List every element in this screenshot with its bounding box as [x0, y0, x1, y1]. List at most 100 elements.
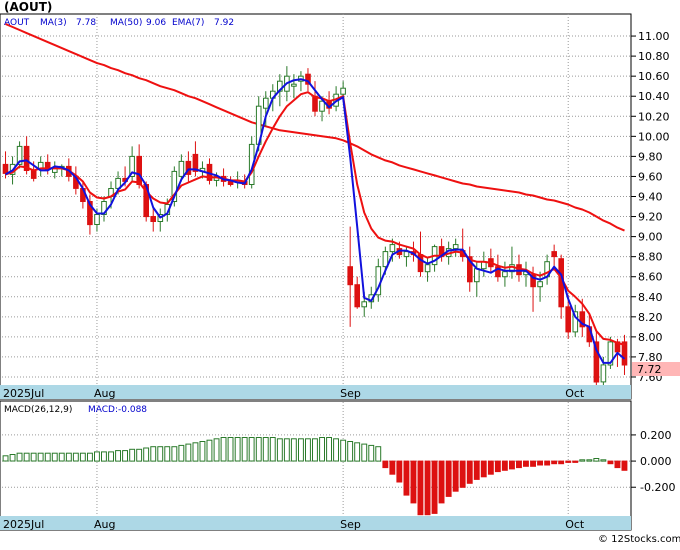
macd-bar [340, 439, 347, 462]
macd-bar [607, 460, 614, 465]
macd-bar [319, 437, 326, 462]
candle-body [347, 266, 353, 286]
macd-bar [312, 438, 318, 462]
candle-body [94, 214, 100, 225]
candle-body [551, 251, 558, 258]
macd-bar [558, 460, 565, 465]
candle-body [600, 364, 607, 383]
macd-bar [227, 437, 234, 462]
macd-bar [129, 448, 136, 462]
macd-bar [459, 460, 466, 488]
macd-y-axis: 0.200 0.000 -0.200 [631, 429, 675, 494]
price-x-tick-label: Oct [565, 387, 585, 400]
candle-body [424, 264, 431, 273]
legend-ma3-value: 7.78 [76, 18, 96, 28]
candle-body [136, 155, 142, 185]
price-y-tick-label: 9.00 [638, 231, 663, 244]
price-y-tick-label: 9.80 [638, 150, 663, 163]
macd-bar [178, 444, 185, 462]
candle-body [452, 244, 459, 250]
macd-bar [537, 460, 543, 466]
candle-body [30, 169, 37, 179]
price-y-tick-label: 9.40 [638, 190, 663, 203]
macd-bar [305, 438, 311, 462]
price-panel [0, 13, 632, 400]
price-y-tick-label: 10.80 [638, 50, 670, 63]
macd-legend-value: MACD:-0.088 [88, 405, 147, 415]
macd-y-tick-label: 0.000 [640, 455, 672, 468]
macd-bar [593, 458, 600, 462]
price-y-tick-label: 11.00 [638, 30, 670, 43]
watermark: © 12Stocks.com [598, 534, 680, 545]
macd-bar [16, 452, 23, 462]
chart-title: (AOUT) [4, 0, 53, 14]
macd-bar [44, 452, 51, 462]
candle-body [537, 281, 543, 288]
macd-bar [424, 460, 431, 516]
macd-bar [94, 451, 100, 462]
price-y-tick-label: 8.80 [638, 251, 663, 264]
macd-bar [410, 460, 417, 504]
macd-bar [206, 439, 213, 462]
macd-bar [101, 451, 107, 462]
macd-bar [241, 437, 248, 462]
macd-bar [361, 443, 368, 462]
candle-body [474, 268, 480, 283]
macd-bar [501, 460, 508, 471]
macd-bar [480, 460, 487, 478]
legend-ma50-value: 9.06 [146, 18, 166, 28]
macd-bar [438, 460, 445, 504]
macd-bar [51, 452, 58, 462]
macd-bar [255, 437, 262, 462]
macd-bar [445, 460, 452, 497]
macd-bar [108, 451, 114, 462]
macd-bar [72, 452, 79, 462]
macd-bar [262, 437, 269, 462]
macd-bar [487, 460, 494, 475]
macd-bar [565, 460, 572, 463]
price-y-tick-label: 8.40 [638, 291, 663, 304]
macd-bar [220, 437, 227, 462]
macd-x-tick-label: Oct [565, 518, 585, 531]
macd-bar [30, 452, 37, 462]
candle-body [389, 244, 396, 253]
macd-bar [185, 443, 192, 462]
macd-panel [0, 400, 632, 531]
macd-bar [276, 438, 283, 462]
macd-bar [516, 460, 522, 469]
candle-body [361, 301, 367, 308]
last-price-value: 7.72 [637, 363, 662, 376]
macd-bar [544, 460, 551, 466]
macd-bar [382, 460, 389, 469]
macd-bar [143, 447, 150, 462]
macd-bar [248, 437, 255, 462]
price-y-tick-label: 10.00 [638, 130, 670, 143]
macd-bar [157, 446, 164, 462]
macd-bar [417, 460, 424, 516]
macd-bar [23, 452, 30, 462]
macd-bar [614, 460, 621, 469]
legend-ma3-label: MA(3) [40, 18, 67, 28]
price-y-tick-label: 7.80 [638, 351, 663, 364]
macd-bar [572, 460, 579, 463]
macd-bar [37, 452, 44, 462]
candle-body [227, 181, 234, 185]
macd-y-tick-label: 0.200 [640, 429, 672, 442]
price-y-tick-label: 8.60 [638, 271, 663, 284]
macd-bar [164, 446, 171, 462]
macd-bar [586, 459, 593, 462]
macd-bar [403, 460, 410, 496]
macd-bar [347, 441, 354, 462]
macd-bar [354, 442, 361, 462]
macd-bar [431, 460, 438, 514]
macd-bar [171, 446, 178, 462]
candle-body [319, 100, 325, 112]
macd-bar [298, 438, 304, 462]
macd-bar [452, 460, 459, 492]
price-y-tick-label: 10.40 [638, 90, 670, 103]
macd-bar [396, 460, 403, 483]
price-y-tick-label: 8.20 [638, 311, 663, 324]
price-y-tick-label: 9.60 [638, 170, 663, 183]
macd-bar [621, 460, 628, 471]
price-x-tick-label: 2025Jul [3, 387, 44, 400]
